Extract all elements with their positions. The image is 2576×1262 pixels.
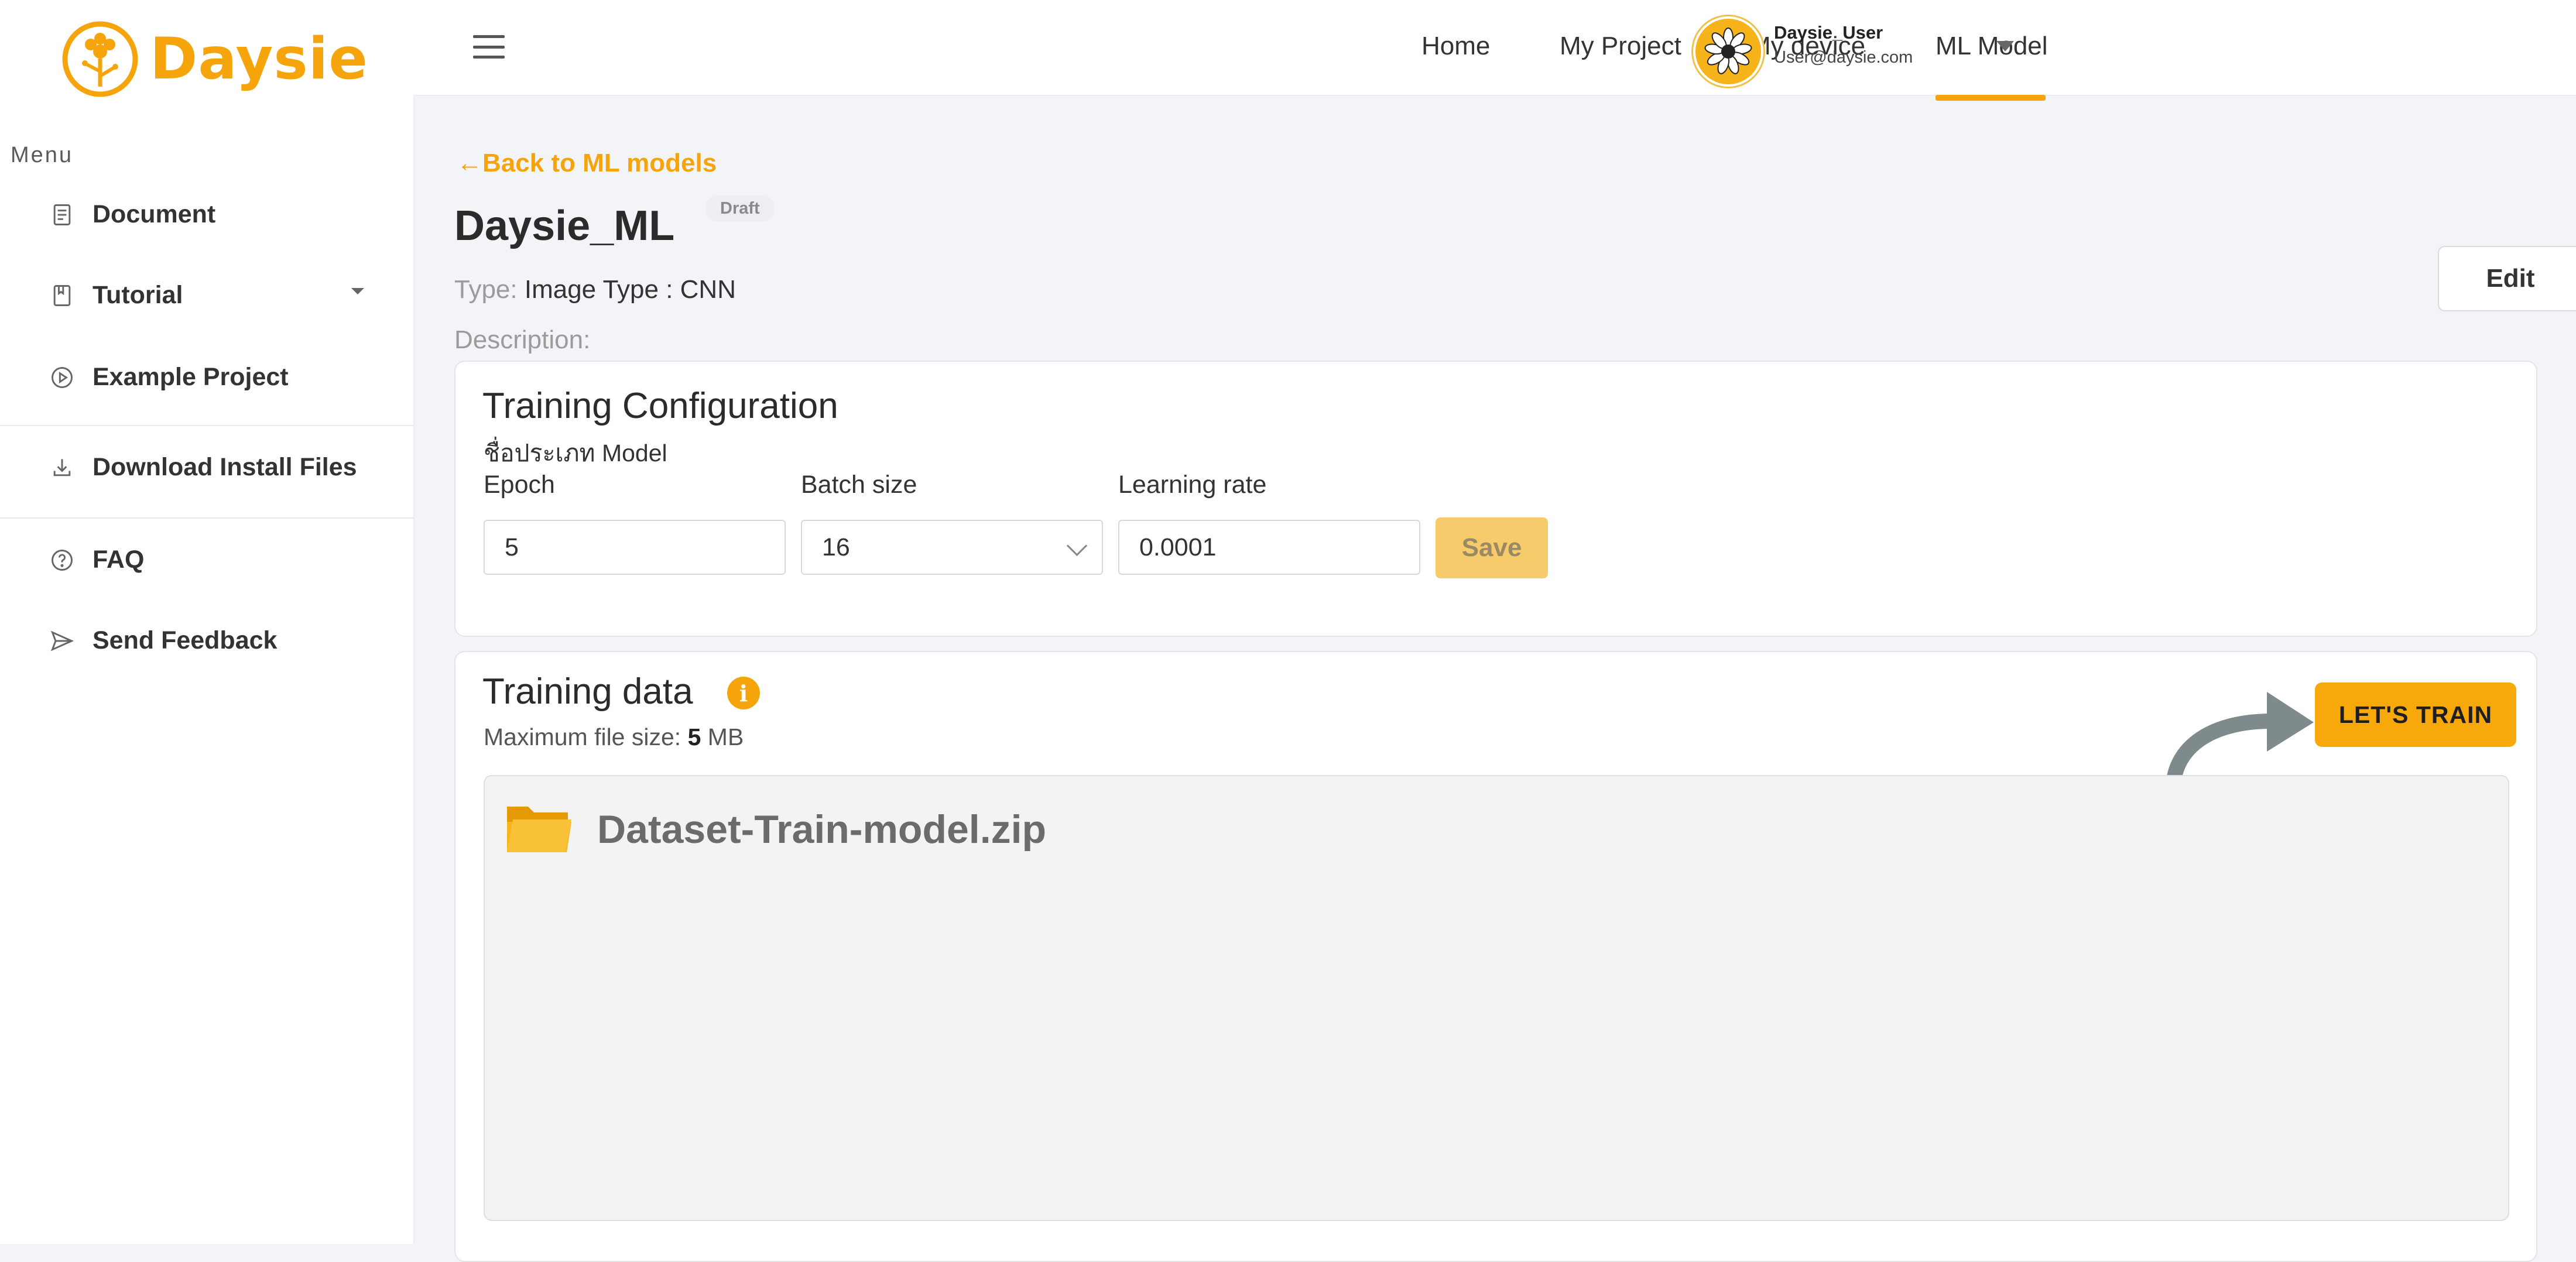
type-value: Image Type : CNN (524, 275, 736, 304)
back-to-ml-models-link[interactable]: ←Back to ML models (457, 149, 717, 178)
max-file-size: Maximum file size: 5 MB (484, 723, 744, 750)
learning-rate-label: Learning rate (1118, 471, 1267, 499)
info-icon[interactable]: i (727, 677, 760, 709)
page-title: Daysie_ML (454, 203, 675, 249)
file-dropzone[interactable]: Dataset-Train-model.zip (484, 775, 2509, 1221)
sidebar-item-label: Document (93, 200, 216, 228)
top-navbar: Home My Project My device ML Model Daysi… (413, 0, 2576, 101)
training-configuration-title: Training Configuration (482, 386, 838, 426)
sidebar-item-label: Send Feedback (93, 626, 278, 654)
daysie-logo[interactable]: Daysie (59, 18, 368, 101)
edit-button[interactable]: Edit (2438, 246, 2576, 311)
arrow-left-icon: ← (457, 149, 482, 177)
avatar[interactable] (1693, 16, 1763, 87)
sidebar-item-example-project[interactable]: Example Project (49, 363, 289, 392)
download-icon (53, 458, 71, 476)
epoch-input[interactable]: 5 (484, 520, 786, 575)
sidebar-item-send-feedback[interactable]: Send Feedback (49, 626, 277, 655)
lets-train-button[interactable]: LET'S TRAIN (2315, 683, 2516, 747)
sidebar-divider (0, 425, 413, 426)
batch-size-label: Batch size (801, 471, 917, 499)
chevron-down-icon (1066, 535, 1088, 557)
sidebar-item-tutorial[interactable]: Tutorial (49, 281, 183, 310)
nav-my-project[interactable]: My Project (1560, 32, 1681, 61)
sidebar-divider (0, 517, 413, 519)
user-email: User@daysie.com (1774, 48, 1913, 67)
user-menu-caret-icon[interactable] (1996, 41, 2014, 52)
save-button[interactable]: Save (1436, 517, 1548, 578)
sidebar-item-label: Tutorial (93, 281, 183, 309)
active-nav-indicator (1936, 95, 2046, 101)
epoch-label: Epoch (484, 471, 555, 499)
daisy-avatar-icon (1704, 28, 1752, 74)
sidebar-item-label: Download Install Files (93, 453, 357, 481)
folder-icon (507, 807, 571, 852)
model-type: Type: Image Type : CNN (454, 275, 736, 304)
play-circle-icon (52, 366, 73, 388)
description-label: Description: (454, 325, 591, 354)
chevron-down-icon[interactable] (351, 288, 364, 294)
sidebar-item-document[interactable]: Document (49, 200, 215, 229)
training-configuration-card: Training Configuration ชื่อประเภท Model … (454, 361, 2537, 637)
status-badge: Draft (706, 196, 774, 222)
training-data-card: Training data i Maximum file size: 5 MB … (454, 651, 2537, 1262)
batch-size-select[interactable]: 16 (801, 520, 1103, 575)
model-type-subtitle: ชื่อประเภท Model (484, 440, 667, 467)
logo-text: Daysie (150, 26, 368, 92)
document-icon (53, 204, 71, 225)
send-icon (50, 630, 74, 651)
nav-ml-model[interactable]: ML Model (1936, 32, 2048, 61)
menu-heading: Menu (11, 143, 74, 167)
sidebar-item-label: Example Project (93, 363, 289, 391)
sidebar-item-label: FAQ (93, 546, 145, 574)
help-circle-icon (52, 549, 73, 571)
training-data-title: Training data (482, 671, 693, 712)
type-label: Type: (454, 275, 518, 304)
uploaded-file-name: Dataset-Train-model.zip (597, 807, 1047, 852)
sidebar: Daysie Menu Document Tutorial Example Pr… (0, 0, 415, 1244)
flower-logo-icon (62, 21, 138, 97)
hamburger-menu-icon[interactable] (473, 35, 505, 59)
sidebar-item-download-install-files[interactable]: Download Install Files (49, 453, 357, 482)
user-name: Daysie_User (1774, 22, 1883, 43)
learning-rate-input[interactable]: 0.0001 (1118, 520, 1420, 575)
nav-home[interactable]: Home (1421, 32, 1490, 61)
book-icon (53, 284, 71, 306)
sidebar-item-faq[interactable]: FAQ (49, 546, 144, 574)
batch-size-value: 16 (822, 533, 850, 561)
